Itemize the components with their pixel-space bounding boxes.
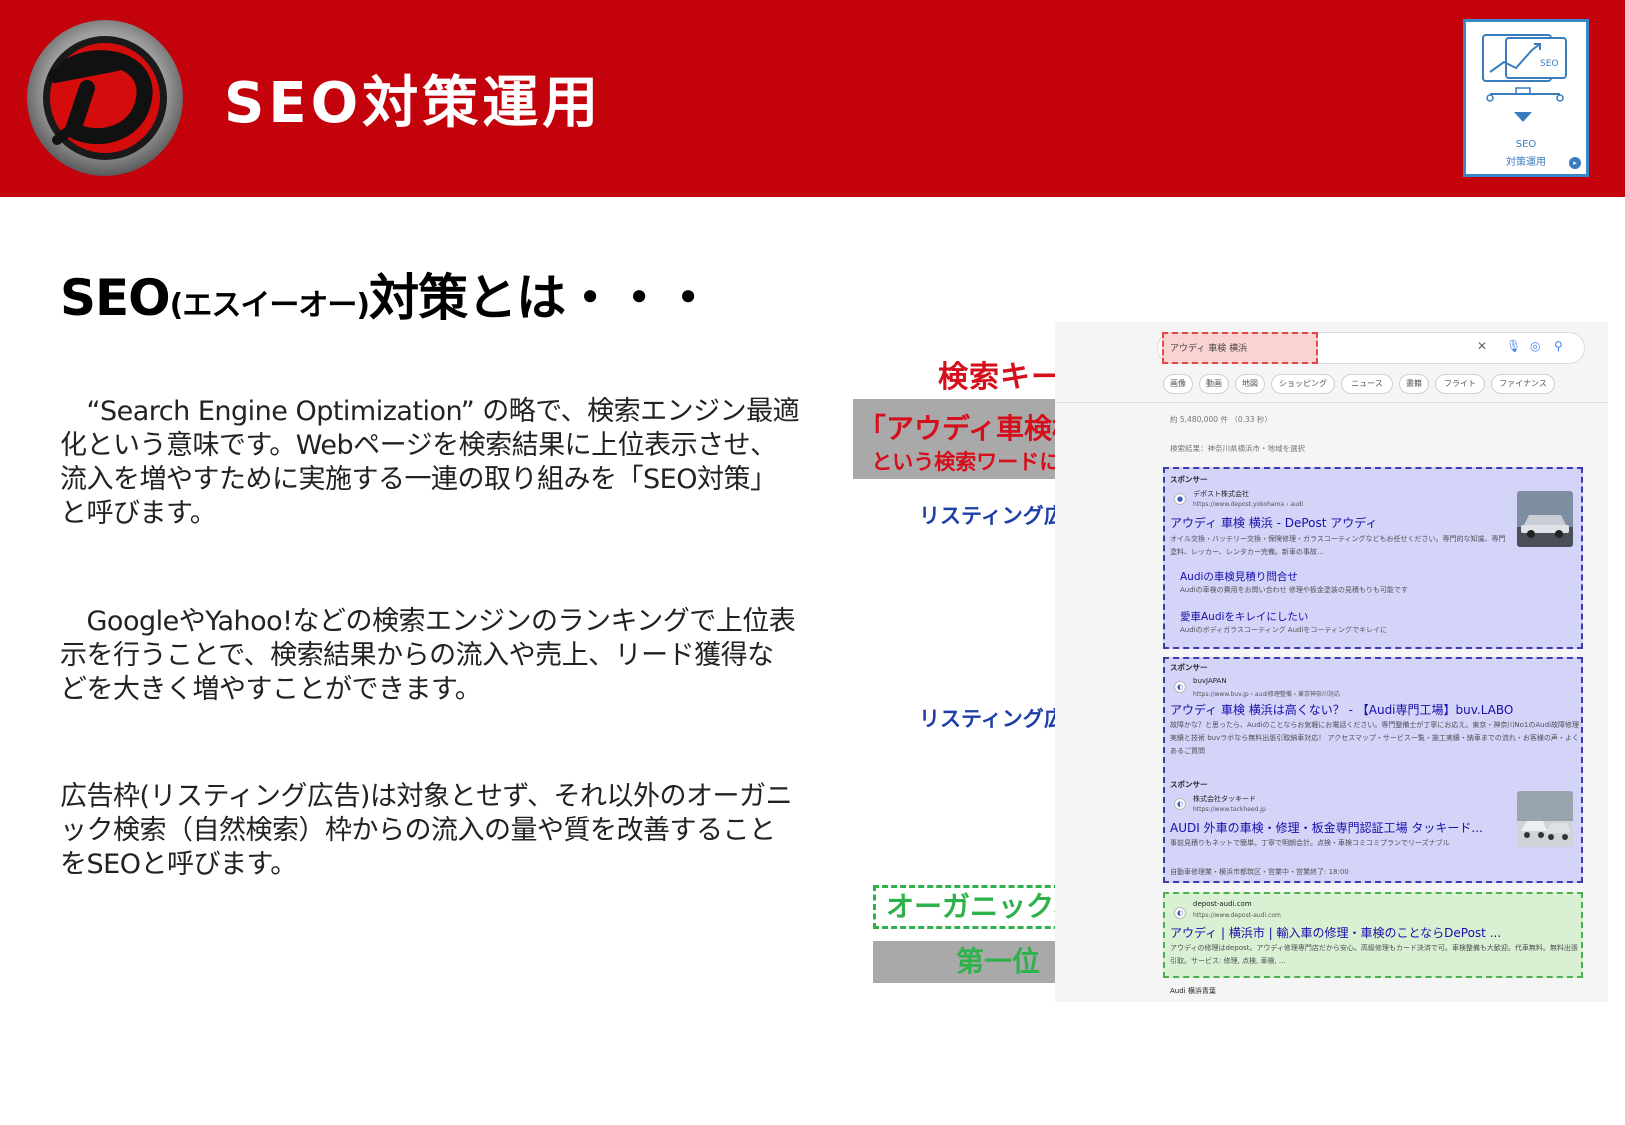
ad-company: 株式会社タッキード [1193,795,1256,803]
chip-news[interactable]: ニュース [1341,374,1393,394]
badge-label-2: 対策運用 [1506,157,1546,168]
chip-shopping[interactable]: ショッピング [1271,374,1335,394]
organic-result-1: ◐ depost-audi.com https://www.depost-aud… [1163,892,1583,978]
ad-sitelink-coating-desc: Audiのボディガラスコーティング Audiをコーティングでキレイに [1180,626,1387,634]
ad-business-info: 自動車修理業・横浜市都筑区・営業中・営業終了: 18:00 [1170,868,1349,876]
ad-description: 故障かな？と思ったら、Audiのことならお気軽にお電話ください。専門整備士が丁寧… [1170,721,1579,755]
title-seo: SEO [60,269,171,327]
ad-description: 事前見積りもネットで簡単。丁寧で明朗会計。点検・車検コミコミプランでリーズナブル [1170,839,1450,847]
chip-books[interactable]: 書籍 [1399,374,1429,394]
chip-flights[interactable]: フライト [1435,374,1485,394]
ad-title-link[interactable]: AUDI 外車の車検・修理・板金専門認証工場 タッキード... [1170,819,1483,836]
car-thumbnail [1517,491,1573,547]
lens-icon[interactable]: ◎ [1530,339,1540,353]
search-icon[interactable]: ⚲ [1554,339,1563,353]
favicon-icon: ◐ [1174,681,1186,693]
next-result: Audi 横浜青葉 [1170,987,1216,995]
favicon-icon: ◐ [1174,907,1186,919]
header-title: SEO対策運用 [224,71,603,136]
page-title: SEO(エスイーオー)対策とは・・・ [60,258,713,330]
favicon-icon: ◐ [1174,798,1186,810]
ad-sitelink-coating[interactable]: 愛車Audiをキレイにしたい [1180,609,1308,624]
sponsor-tag: スポンサー [1170,780,1208,789]
chip-finance[interactable]: ファイナンス [1491,374,1555,394]
organic-title-link[interactable]: アウディ | 横浜市 | 輸入車の修理・車検のことならDePost ... [1170,924,1501,941]
search-query: アウディ 車検 横浜 [1170,344,1248,354]
ad-result-group: スポンサー ◐ buvJAPAN https://www.buv.jp › au… [1163,657,1583,883]
clear-icon[interactable]: ✕ [1477,339,1487,353]
result-count: 約 5,480,000 件 （0.33 秒） [1170,415,1272,424]
ad-title-link[interactable]: アウディ 車検 横浜 - DePost アウディ [1170,514,1377,531]
ad-sitelink-estimate[interactable]: Audiの車検見積り問合せ [1180,569,1298,584]
search-results-screenshot: アウディ 車検 横浜 ✕ 🎙 ◎ ⚲ 画像 動画 地図 ショッピング ニュース … [1055,322,1608,1002]
svg-text:SEO: SEO [1540,59,1558,69]
divider [1055,402,1608,403]
company-logo [27,20,183,176]
ad-url: https://www.buv.jp › audi修理整備 › 東京神奈川対応 [1193,691,1341,698]
chip-maps[interactable]: 地図 [1235,374,1265,394]
filter-chips: 画像 動画 地図 ショッピング ニュース 書籍 フライト ファイナンス [1163,374,1603,396]
sponsor-tag: スポンサー [1170,663,1208,672]
garage-thumbnail [1517,791,1573,847]
title-rest: 対策とは・・・ [369,269,713,327]
seo-chart-icon: SEO [1482,34,1567,122]
ad-title-link[interactable]: アウディ 車検 横浜は高くない？ - 【Audi専門工場】buv.LABO [1170,701,1513,718]
ad-description: オイル交換・バッテリー交換・保険修理・ガラスコーティングなどもお任せください。専… [1170,535,1506,556]
organic-company: depost-audi.com [1193,900,1252,908]
ad-url: https://www.tackheed.jp [1193,806,1266,813]
organic-description: アウディの修理はdepost。アウディ修理専門店だから安心。高級修理もカード決済… [1170,944,1578,965]
badge-label-1: SEO [1515,139,1537,150]
sponsor-tag: スポンサー [1170,475,1208,484]
title-reading: (エスイーオー) [169,288,370,323]
paragraph-definition: “Search Engine Optimization” の略で、検索エンジン最… [60,396,800,529]
ad-url: https://www.depost.yokohama › audi [1193,501,1304,508]
favicon-icon: ● [1174,493,1186,505]
header-banner: SEO対策運用 SEO SEO 対策運用 ▸ [0,0,1625,197]
chip-videos[interactable]: 動画 [1199,374,1229,394]
info-dot-icon: ▸ [1569,157,1581,169]
ad-result-1: スポンサー ● デポスト株式会社 https://www.depost.yoko… [1163,467,1583,649]
paragraph-benefit: GoogleやYahoo!などの検索エンジンのランキングで上位表示を行うことで、… [60,606,796,705]
mic-icon[interactable]: 🎙 [1506,339,1521,353]
chip-images[interactable]: 画像 [1163,374,1193,394]
paragraph-scope: 広告枠(リスティング広告)は対象とせず、それ以外のオーガニック検索（自然検索）枠… [60,781,793,880]
ad-sitelink-estimate-desc: Audiの車検の費用をお問い合わせ 修理や板金塗装の見積もりも可能です [1180,586,1408,594]
organic-url: https://www.depost-audi.com [1193,912,1281,919]
ad-company: buvJAPAN [1193,677,1227,685]
ad-company: デポスト株式会社 [1193,490,1249,498]
seo-badge: SEO SEO 対策運用 ▸ [1463,19,1589,177]
location-note: 検索結果：神奈川県横浜市・地域を選択 [1170,444,1305,453]
